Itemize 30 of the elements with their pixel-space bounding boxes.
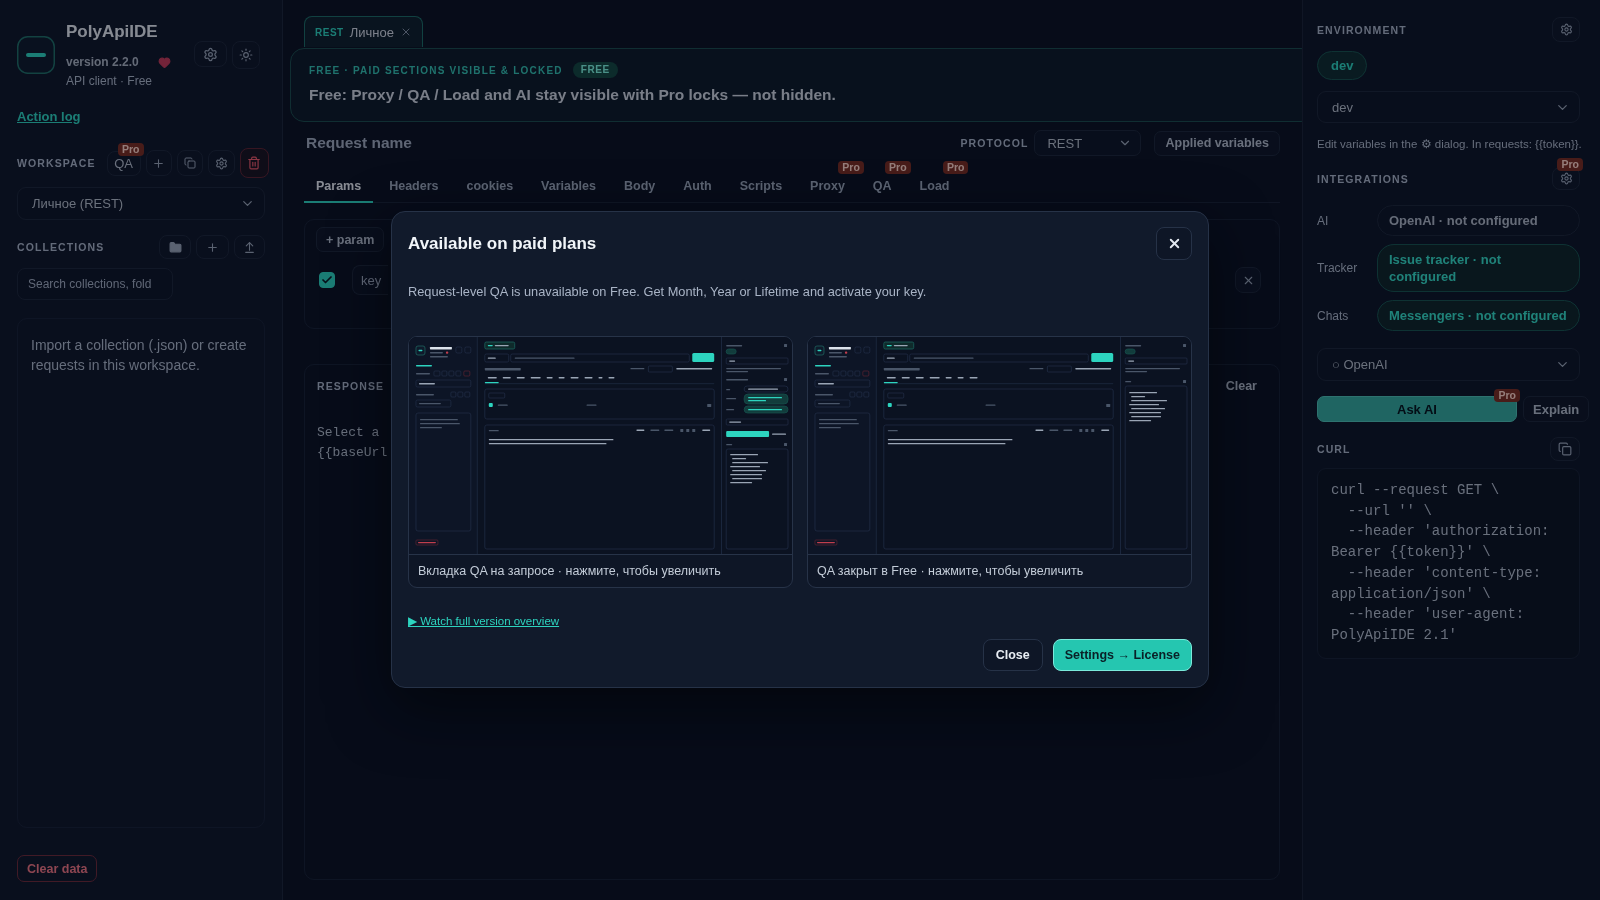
preview-caption: QA закрыт в Free · нажмите, чтобы увеличить (808, 554, 1191, 587)
section-label: WORKSPACE (17, 157, 96, 169)
pro-badge: Pro (118, 142, 144, 156)
dialog-description: Request-level QA is unavailable on Free. Get Month, Year or Lifetime and activate your key. (408, 284, 928, 300)
section-label: RESPONSE (317, 380, 385, 392)
version-text: version 2.2.0 (66, 55, 139, 69)
preview-caption: Вкладка QA на запросе · нажмите, чтобы увеличить (409, 554, 792, 587)
pro-badge: Pro (1494, 389, 1520, 402)
response-placeholder-text: Select a {{baseUrl (317, 424, 388, 462)
banner-message: Free: Proxy / QA / Load and AI stay visible with Pro locks — not hidden. (309, 85, 837, 105)
pro-badge: Pro (942, 161, 969, 174)
section-label: INTEGRATIONS (1317, 172, 1409, 185)
pro-badge: Pro (838, 161, 864, 174)
integration-label: Tracker (1317, 261, 1358, 275)
plan-text: API client · Free (66, 73, 154, 90)
pro-badge: Pro (1557, 158, 1583, 171)
app-name: PolyApiIDE (66, 21, 159, 43)
integration-label: Chats (1317, 308, 1349, 323)
integration-label: AI (1317, 213, 1329, 228)
hint-text: Edit variables in the ⚙ dialog. In requests: {{token}}. (1317, 137, 1580, 152)
banner-eyebrow: FREE · PAID SECTIONS VISIBLE & LOCKED (309, 64, 563, 76)
section-label: COLLECTIONS (17, 241, 105, 253)
section-label: CURL (1317, 443, 1351, 455)
curl-code: curl --request GET \ --url '' \ --header 'authorization: Bearer {{token}}' \ --header 'content-type: application/json' \ --header 'user-agent: PolyApiIDE 2.1' (1317, 468, 1580, 659)
plan-badge: FREE (572, 62, 618, 78)
empty-state-text: Import a collection (.json) or create requests in this workspace. (31, 336, 248, 375)
protocol-label: PROTOCOL (960, 137, 1029, 149)
section-label: ENVIRONMENT (1317, 23, 1407, 36)
dialog-title: Available on paid plans (408, 233, 597, 254)
pro-badge: Pro (885, 161, 911, 174)
